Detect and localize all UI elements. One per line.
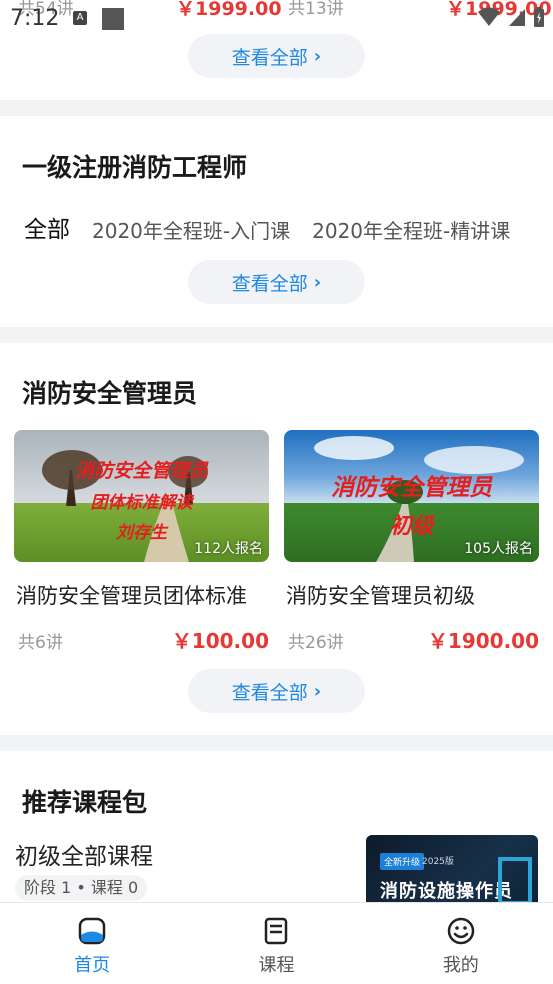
tab-intro[interactable]: 2020年全程班-入门课 xyxy=(92,215,290,244)
tab-all[interactable]: 全部 xyxy=(24,210,70,244)
notification-square-icon xyxy=(102,8,124,30)
course-card[interactable]: 消防安全管理员 初级 105人报名 消防安全管理员初级 共26讲 ￥1900.0… xyxy=(284,430,539,653)
wifi-icon xyxy=(478,7,500,26)
frame-graphic xyxy=(498,857,532,905)
section-title: 推荐课程包 xyxy=(22,788,148,817)
signal-icon xyxy=(509,9,525,26)
course-icon xyxy=(265,917,288,945)
status-time: 7:12 xyxy=(10,6,60,31)
see-all-label: 查看全部 xyxy=(231,272,308,295)
nav-label: 首页 xyxy=(74,955,111,976)
see-all-button[interactable]: 查看全部 › xyxy=(188,34,365,78)
course-card[interactable]: 消防安全管理员 团体标准解读 刘存生 112人报名 消防安全管理员团体标准 共6… xyxy=(14,430,269,653)
see-all-label: 查看全部 xyxy=(231,681,308,704)
nav-home[interactable]: 首页 xyxy=(0,903,184,984)
status-icons xyxy=(477,6,545,28)
thumb-version: 2025版 xyxy=(422,857,454,867)
chevron-right-icon: › xyxy=(313,45,322,67)
tab-detailed[interactable]: 2020年全程班-精讲课 xyxy=(312,215,510,244)
thumb-line: 团体标准解读 xyxy=(90,493,193,513)
thumb-line: 消防安全管理员 xyxy=(331,474,492,501)
course-lessons: 共6讲 xyxy=(18,633,63,653)
fire-engineer-section: 一级注册消防工程师 全部 2020年全程班-入门课 2020年全程班-精讲课 查… xyxy=(0,116,553,327)
course-thumbnail: 消防安全管理员 初级 105人报名 xyxy=(284,430,539,562)
course-tabs: 全部 2020年全程班-入门课 2020年全程班-精讲课 xyxy=(24,210,510,244)
section-title: 一级注册消防工程师 xyxy=(22,153,248,182)
status-bar: 7:12 A xyxy=(0,0,553,36)
package-badge: 阶段 1 • 课程 0 xyxy=(15,875,148,901)
course-price: ￥100.00 xyxy=(171,629,269,653)
package-title: 初级全部课程 xyxy=(15,844,153,870)
home-icon xyxy=(78,917,106,945)
nav-label: 我的 xyxy=(442,955,479,976)
thumb-tag: 全新升级 xyxy=(380,853,425,870)
thumb-name: 消防设施操作员 xyxy=(380,881,513,902)
enroll-count: 105人报名 xyxy=(464,541,533,557)
nav-label: 课程 xyxy=(258,955,295,976)
course-thumbnail: 消防安全管理员 团体标准解读 刘存生 112人报名 xyxy=(14,430,269,562)
battery-icon xyxy=(534,7,544,27)
nav-course[interactable]: 课程 xyxy=(184,903,368,984)
profile-icon xyxy=(447,917,475,945)
chevron-right-icon: › xyxy=(313,271,322,293)
bottom-nav: 首页 课程 我的 xyxy=(0,902,553,984)
safety-manager-section: 消防安全管理员 消防安全管理员 团体标准解读 刘存生 112人报名 消防安全管理… xyxy=(0,343,553,735)
thumb-line: 初级 xyxy=(389,513,434,539)
section-title: 消防安全管理员 xyxy=(22,379,198,408)
see-all-label: 查看全部 xyxy=(231,46,308,69)
course-title: 消防安全管理员团体标准 xyxy=(16,584,247,608)
app-screen: 共54讲 ￥1999.00 共13讲 ￥1999.00 查看全部 › 7:12 … xyxy=(0,0,553,984)
chevron-right-icon: › xyxy=(313,680,322,702)
enroll-count: 112人报名 xyxy=(194,541,263,557)
package-section: 推荐课程包 初级全部课程 阶段 1 • 课程 0 全新升级 2025版 消防设施… xyxy=(0,751,553,915)
course-lessons: 共26讲 xyxy=(288,633,344,653)
notification-a-icon: A xyxy=(73,11,87,25)
course-price: ￥1900.00 xyxy=(427,629,539,653)
thumb-line: 消防安全管理员 xyxy=(74,460,208,482)
course-title: 消防安全管理员初级 xyxy=(286,584,475,608)
see-all-button[interactable]: 查看全部 › xyxy=(188,260,365,304)
nav-profile[interactable]: 我的 xyxy=(369,903,553,984)
see-all-button[interactable]: 查看全部 › xyxy=(188,669,365,713)
